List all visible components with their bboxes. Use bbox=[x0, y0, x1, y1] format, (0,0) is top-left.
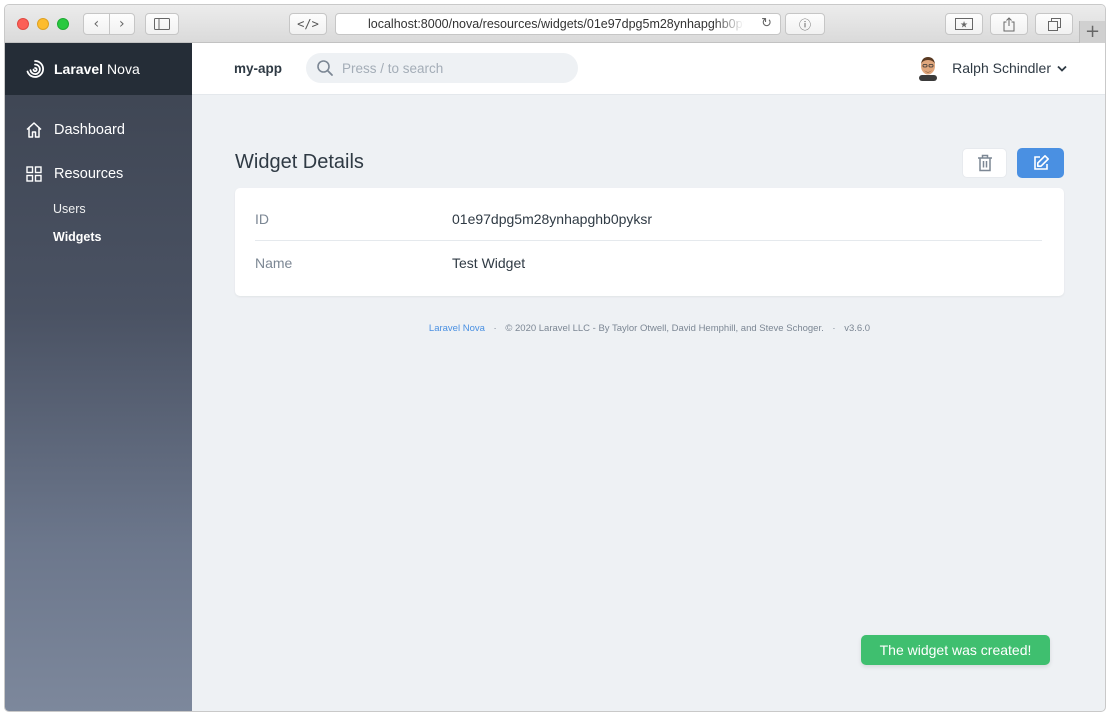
address-bar[interactable]: localhost:8000/nova/resources/widgets/01… bbox=[335, 13, 781, 35]
user-name: Ralph Schindler bbox=[952, 60, 1051, 76]
forward-button[interactable]: › bbox=[110, 16, 135, 32]
url-text: localhost:8000/nova/resources/widgets/01… bbox=[368, 17, 744, 31]
history-nav: ‹ › bbox=[83, 13, 135, 35]
sidebar-item-label: Resources bbox=[54, 166, 124, 182]
share-button[interactable] bbox=[990, 13, 1028, 35]
tabs-icon bbox=[1047, 17, 1061, 31]
field-label: Name bbox=[255, 255, 293, 271]
new-tab-button[interactable]: + bbox=[1079, 21, 1105, 43]
top-header: my-app Ralph Schindler bbox=[192, 43, 1105, 95]
field-value: Test Widget bbox=[452, 255, 526, 271]
sidebar: Laravel Nova Dashboard Resources Users W… bbox=[5, 43, 192, 711]
success-toast[interactable]: The widget was created! bbox=[861, 635, 1050, 665]
sidebar-item-label: Dashboard bbox=[54, 122, 125, 138]
edit-button[interactable] bbox=[1017, 148, 1064, 178]
sidebar-item-widgets[interactable]: Widgets bbox=[53, 230, 102, 244]
footer: Laravel Nova · © 2020 Laravel LLC - By T… bbox=[235, 323, 1064, 334]
user-menu[interactable]: Ralph Schindler bbox=[916, 55, 1067, 81]
field-label: ID bbox=[255, 210, 269, 227]
browser-window: ‹ › </> localhost:8000/nova/resources/wi… bbox=[4, 4, 1106, 712]
delete-button[interactable] bbox=[962, 148, 1007, 178]
brand-name-rest: Nova bbox=[107, 61, 140, 77]
reload-icon[interactable]: ↻ bbox=[761, 16, 772, 31]
chevron-down-icon bbox=[1057, 65, 1067, 72]
avatar bbox=[919, 57, 938, 81]
bookmark-button[interactable]: ★ bbox=[945, 13, 983, 35]
info-icon: ⓘ bbox=[798, 17, 811, 32]
code-icon: </> bbox=[297, 17, 319, 31]
home-icon bbox=[26, 122, 42, 138]
share-icon bbox=[1003, 16, 1015, 31]
nova-logo-icon bbox=[26, 60, 44, 78]
footer-nova-link[interactable]: Laravel Nova bbox=[429, 323, 485, 334]
browser-toolbar: ‹ › </> localhost:8000/nova/resources/wi… bbox=[5, 5, 1105, 43]
field-row-name: Name Test Widget bbox=[255, 241, 1042, 285]
search-input[interactable] bbox=[342, 60, 562, 76]
footer-separator: · bbox=[832, 323, 836, 334]
svg-text:★: ★ bbox=[960, 21, 968, 31]
show-sidebar-button[interactable] bbox=[145, 13, 179, 35]
site-info-button[interactable]: ⓘ bbox=[785, 13, 825, 35]
close-window-button[interactable] bbox=[17, 18, 29, 30]
bookmark-star-icon: ★ bbox=[955, 18, 973, 30]
view-source-button[interactable]: </> bbox=[289, 13, 327, 35]
search-icon bbox=[317, 60, 333, 76]
footer-version: v3.6.0 bbox=[844, 323, 871, 334]
detail-card: ID 01e97dpg5m28ynhapghb0pyksr Name Test … bbox=[235, 188, 1064, 296]
app-name[interactable]: my-app bbox=[234, 61, 282, 76]
sidebar-item-resources[interactable]: Resources bbox=[25, 165, 123, 183]
page-title: Widget Details bbox=[235, 151, 364, 173]
field-row-id: ID 01e97dpg5m28ynhapghb0pyksr bbox=[255, 197, 1042, 241]
minimize-window-button[interactable] bbox=[37, 18, 49, 30]
brand-logo[interactable]: Laravel Nova bbox=[5, 43, 192, 95]
grid-icon bbox=[26, 166, 42, 182]
footer-copyright: © 2020 Laravel LLC - By Taylor Otwell, D… bbox=[505, 323, 824, 334]
sidebar-item-users[interactable]: Users bbox=[53, 202, 86, 216]
zoom-window-button[interactable] bbox=[57, 18, 69, 30]
sidebar-item-dashboard[interactable]: Dashboard bbox=[25, 121, 125, 139]
trash-icon bbox=[977, 154, 992, 172]
back-button[interactable]: ‹ bbox=[84, 16, 109, 32]
tab-overview-button[interactable] bbox=[1035, 13, 1073, 35]
brand-name-bold: Laravel bbox=[54, 61, 104, 77]
field-value: 01e97dpg5m28ynhapghb0pyksr bbox=[452, 210, 653, 227]
footer-separator: · bbox=[493, 323, 497, 334]
edit-icon bbox=[1033, 155, 1049, 170]
sidebar-icon bbox=[154, 18, 170, 30]
global-search[interactable] bbox=[306, 53, 578, 83]
